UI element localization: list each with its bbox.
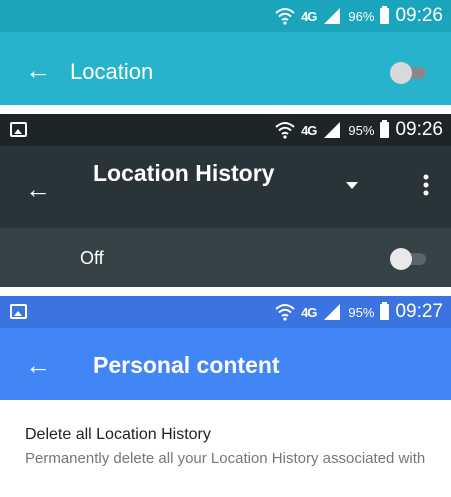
- page-title: Personal content: [93, 352, 280, 378]
- network-type: 4G: [301, 122, 317, 138]
- location-history-screen: 4G 95% 09:26 ← Location History Off: [0, 114, 451, 287]
- location-screen: 4G 96% 09:26 ← Location: [0, 0, 451, 105]
- status-bar: 4G 95% 09:26: [0, 114, 451, 146]
- battery-icon: [380, 120, 390, 138]
- personal-content-screen: 4G 95% 09:27 ← Personal content Delete a…: [0, 296, 451, 497]
- network-type: 4G: [301, 304, 317, 320]
- location-history-toggle[interactable]: [390, 248, 426, 270]
- battery-percent: 96%: [348, 8, 375, 24]
- gallery-icon: [10, 304, 27, 319]
- back-arrow-icon[interactable]: ←: [25, 352, 51, 378]
- battery-icon: [380, 6, 390, 24]
- back-arrow-icon[interactable]: ←: [25, 57, 51, 83]
- status-bar: 4G 95% 09:27: [0, 296, 451, 328]
- item-title: Delete all Location History: [25, 426, 211, 443]
- back-arrow-icon[interactable]: ←: [25, 176, 51, 202]
- switch-state-label: Off: [80, 248, 104, 268]
- gallery-icon: [10, 122, 27, 137]
- item-subtitle: Permanently delete all your Location His…: [25, 450, 426, 467]
- wifi-icon: [275, 304, 295, 321]
- delete-location-history-item[interactable]: Delete all Location History Permanently …: [25, 426, 435, 468]
- battery-percent: 95%: [348, 304, 375, 320]
- wifi-icon: [275, 122, 295, 139]
- dropdown-icon[interactable]: [346, 182, 358, 190]
- battery-icon: [380, 302, 390, 320]
- signal-icon: [324, 122, 341, 138]
- signal-icon: [324, 304, 341, 320]
- clock: 09:26: [395, 119, 443, 140]
- battery-percent: 95%: [348, 122, 375, 138]
- wifi-icon: [275, 8, 295, 25]
- network-type: 4G: [301, 8, 317, 24]
- status-bar: 4G 96% 09:26: [0, 0, 451, 32]
- location-history-switch-row[interactable]: Off: [0, 228, 451, 287]
- clock: 09:27: [395, 301, 443, 322]
- app-bar: ← Personal content: [0, 328, 451, 400]
- signal-icon: [324, 8, 341, 24]
- app-bar: ← Location History: [0, 146, 451, 228]
- location-toggle[interactable]: [390, 62, 426, 84]
- page-title: Location: [70, 59, 154, 84]
- app-bar: ← Location: [0, 32, 451, 105]
- clock: 09:26: [395, 5, 443, 26]
- page-title: Location History: [93, 160, 275, 186]
- more-vert-icon[interactable]: [423, 174, 429, 196]
